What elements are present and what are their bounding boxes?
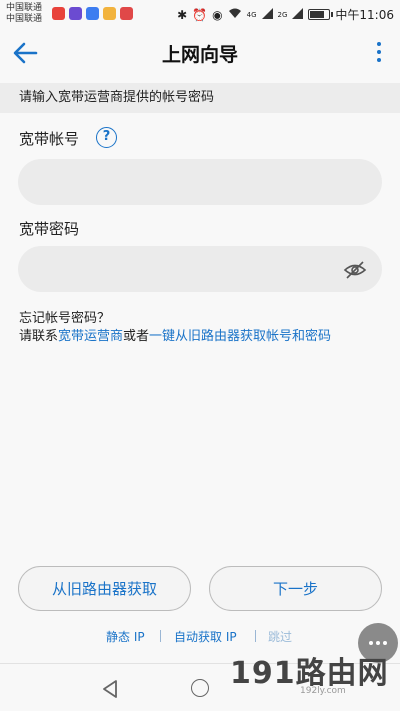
- network-4g-label: 4G: [246, 10, 257, 19]
- alarm-icon: ⏰: [192, 7, 208, 22]
- password-input[interactable]: [18, 246, 382, 292]
- page-title: 上网向导: [161, 44, 238, 66]
- status-icons: ✱ ⏰ ◉ 4G 2G 中午11:06: [177, 6, 394, 23]
- watermark-url: 192ly.com: [300, 686, 346, 696]
- signal-icon-1: [261, 7, 273, 22]
- fetch-from-old-router-link[interactable]: 一键从旧路由器获取帐号和密码: [149, 329, 331, 344]
- weibo-icon: [52, 7, 65, 20]
- auto-ip-link[interactable]: 自动获取 IP: [174, 628, 237, 645]
- signal-icon-2: [292, 7, 304, 22]
- paw-app-icon: [86, 7, 99, 20]
- bluetooth-icon: ✱: [177, 7, 188, 22]
- carrier-2: 中国联通: [6, 14, 43, 24]
- battery-icon: [308, 9, 334, 20]
- password-label: 宽带密码: [19, 220, 80, 238]
- more-options-icon[interactable]: [374, 42, 384, 66]
- account-label: 宽带帐号: [19, 130, 80, 148]
- link-divider: [255, 630, 256, 642]
- account-input[interactable]: [18, 159, 382, 205]
- wifi-icon: [228, 8, 242, 22]
- app-bar: 上网向导: [0, 28, 400, 78]
- help-icon[interactable]: ?: [96, 127, 117, 148]
- get-from-old-router-button[interactable]: 从旧路由器获取: [18, 566, 191, 611]
- next-button[interactable]: 下一步: [209, 566, 382, 611]
- carrier-info: 中国联通 中国联通: [6, 3, 42, 25]
- nav-back-icon[interactable]: [102, 680, 118, 702]
- battery-level: [310, 11, 324, 18]
- news-app-icon: [120, 7, 133, 20]
- hide-password-icon[interactable]: [343, 260, 367, 280]
- notification-icons: [52, 7, 133, 20]
- link-divider: [160, 630, 161, 642]
- network-2g-label: 2G: [277, 10, 288, 19]
- contact-middle: 或者: [123, 329, 150, 344]
- status-bar: 中国联通 中国联通 ✱ ⏰ ◉ 4G 2G 中午11:06: [0, 0, 400, 28]
- contact-prefix: 请联系: [19, 329, 59, 344]
- photo-app-icon: [103, 7, 116, 20]
- isp-link[interactable]: 宽带运营商: [58, 329, 123, 344]
- carrier-1: 中国联通: [6, 3, 43, 13]
- nav-home-icon[interactable]: [191, 679, 209, 697]
- clock: 中午11:06: [335, 8, 394, 22]
- video-app-icon: [69, 7, 82, 20]
- static-ip-link[interactable]: 静态 IP: [106, 628, 145, 645]
- eye-comfort-icon: ◉: [212, 7, 223, 22]
- forgot-credentials-question: 忘记帐号密码？: [19, 311, 111, 326]
- skip-link[interactable]: 跳过: [268, 628, 292, 645]
- contact-info: 请联系宽带运营商或者一键从旧路由器获取帐号和密码: [19, 325, 331, 344]
- instruction-banner: 请输入宽带运营商提供的帐号密码: [0, 83, 400, 113]
